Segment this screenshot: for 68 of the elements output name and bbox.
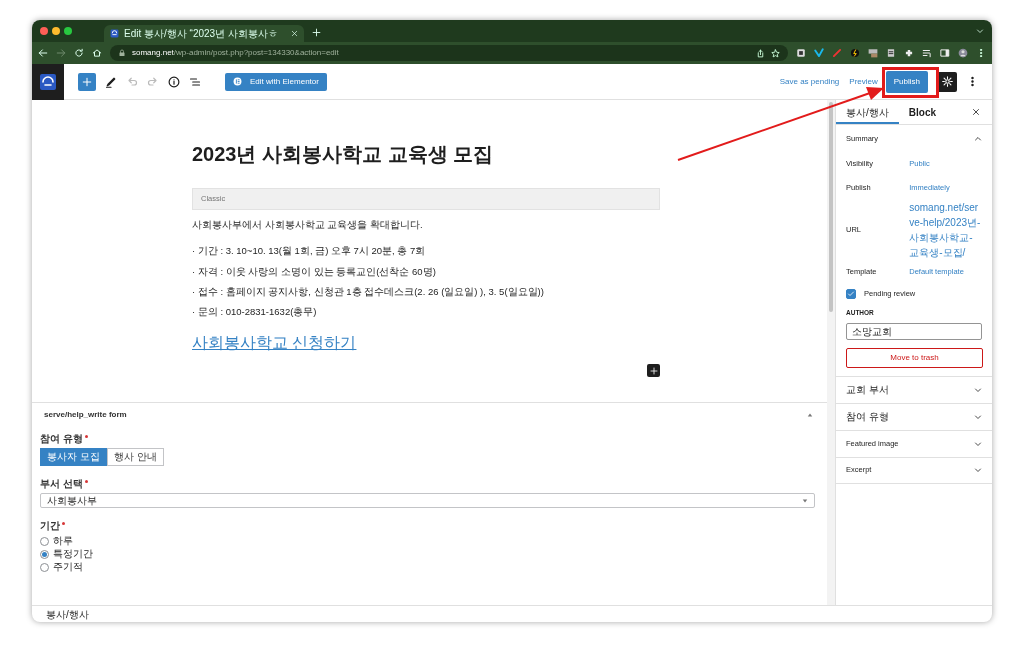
chevron-down-icon[interactable]: [976, 27, 984, 35]
elementor-icon: [233, 77, 242, 86]
metabox-title: serve/help_write form: [44, 409, 127, 421]
url-text: somang.net/wp-admin/post.php?post=134330&action=edit: [132, 47, 340, 59]
list-view-icon[interactable]: [189, 75, 201, 88]
sidebar-tab[interactable]: 봉사/행사: [836, 100, 899, 124]
extensions-icon[interactable]: [904, 48, 914, 58]
reload-icon[interactable]: [74, 48, 84, 58]
address-bar[interactable]: somang.net/wp-admin/post.php?post=134330&action=edit: [110, 45, 788, 61]
segment-button[interactable]: 행사 안내: [106, 448, 164, 466]
close-icon[interactable]: [972, 108, 980, 116]
add-block-button[interactable]: [647, 364, 660, 377]
collapse-icon[interactable]: [807, 412, 813, 418]
extension-icon[interactable]: [796, 48, 806, 58]
radio-label: 주기적: [53, 561, 83, 573]
post-title[interactable]: 2023년 사회봉사학교 교육생 모집: [192, 142, 660, 166]
extension-icon[interactable]: [868, 48, 878, 58]
site-logo[interactable]: [32, 63, 64, 100]
lock-icon: [118, 49, 126, 57]
playlist-icon[interactable]: [922, 48, 932, 58]
save-as-pending-link[interactable]: Save as pending: [779, 75, 840, 88]
elementor-button[interactable]: Edit with Elementor: [225, 72, 327, 91]
paragraph: 사회봉사부에서 사회봉사학교 교육생을 확대합니다.: [192, 218, 424, 232]
panel-title[interactable]: 참여 유형: [846, 409, 889, 424]
field-label: 부서 선택: [40, 478, 83, 489]
logo-icon: [40, 73, 56, 90]
star-icon[interactable]: [771, 48, 780, 58]
plus-icon: [649, 366, 658, 375]
field-label: 기간: [40, 520, 60, 531]
publish-button[interactable]: Publish: [885, 70, 928, 93]
back-icon[interactable]: [38, 48, 48, 58]
list-text: · 문의 : 010-2831-1632(총무): [192, 305, 318, 319]
browser-tab[interactable]: Edit 봉사/행사 “2023년 사회봉사ㅎ: [104, 25, 304, 42]
extension-icon[interactable]: [850, 48, 860, 58]
home-icon[interactable]: [92, 48, 102, 58]
breadcrumb[interactable]: 봉사/행사: [46, 606, 89, 622]
check-icon: [847, 289, 855, 298]
extension-icon[interactable]: [886, 48, 896, 58]
share-icon[interactable]: [756, 48, 765, 58]
list-text: · 자격 : 이웃 사랑의 소명이 있는 등록교인(선착순 60명): [192, 264, 437, 279]
radio-label: 특정기간: [53, 548, 93, 560]
site-favicon-icon: [110, 29, 119, 38]
author-field[interactable]: 소망교회: [846, 322, 982, 340]
move-to-trash-button[interactable]: Move to trash: [846, 347, 983, 368]
settings-icon: [941, 76, 953, 87]
signup-link[interactable]: 사회봉사학교 신청하기: [192, 334, 357, 352]
segment-button[interactable]: 봉사자 모집: [40, 448, 107, 466]
tab-title: Edit 봉사/행사 “2023년 사회봉사ㅎ: [124, 27, 279, 41]
radio-label: 하루: [53, 535, 73, 547]
settings-button[interactable]: [937, 71, 957, 92]
dropdown-icon: [802, 497, 808, 504]
select-value: 사회봉사부: [47, 494, 97, 507]
list-text: · 접수 : 홈페이지 공지사항, 신청관 1층 접수데스크(2. 26 (일요일) ), 3. 5(일요일)): [192, 284, 545, 299]
avatar-icon[interactable]: [958, 48, 968, 58]
sidebar-icon[interactable]: [940, 48, 950, 58]
department-select[interactable]: 사회봉사부: [40, 493, 815, 508]
new-tab-icon[interactable]: [312, 28, 321, 37]
plus-icon: [82, 76, 92, 87]
row-value-link[interactable]: somang.net/serve-help/2023년-사회봉사학교-교육생-모집/: [909, 200, 982, 260]
list-text: · 기간 : 3. 10~10. 13(월 1회, 금) 오후 7시 20분, 총 7회: [192, 244, 427, 259]
add-block-button[interactable]: [78, 72, 96, 91]
field-label: 참여 유형: [40, 433, 83, 444]
panel-title[interactable]: 교회 부서: [846, 382, 889, 397]
sidebar-tab[interactable]: Block: [898, 100, 946, 124]
checkbox[interactable]: [846, 288, 856, 299]
info-icon[interactable]: [168, 75, 180, 88]
preview-link[interactable]: Preview: [849, 75, 878, 88]
pencil-icon[interactable]: [105, 75, 117, 88]
